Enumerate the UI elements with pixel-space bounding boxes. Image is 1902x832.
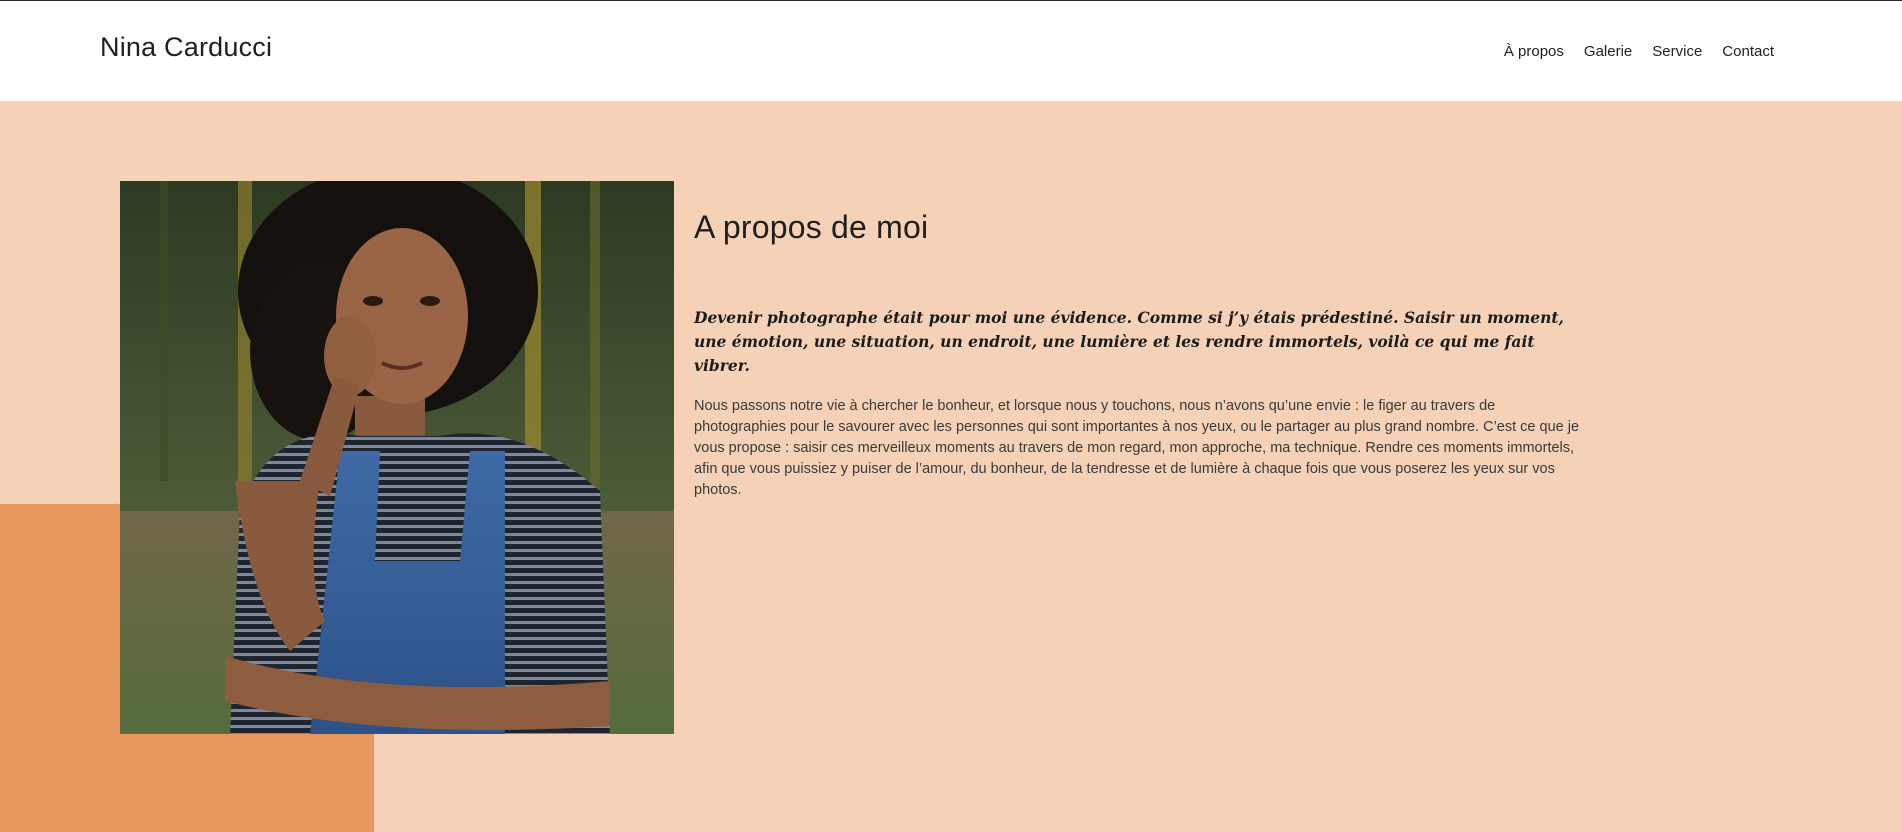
nav-item-contact[interactable]: Contact — [1722, 43, 1774, 60]
about-section: A propos de moi Devenir photographe étai… — [0, 101, 1902, 832]
site-header: Nina Carducci À propos Galerie Service C… — [0, 2, 1902, 101]
about-title: A propos de moi — [694, 209, 929, 245]
nav-item-a-propos[interactable]: À propos — [1504, 43, 1564, 60]
about-content: A propos de moi Devenir photographe étai… — [694, 209, 1584, 501]
main-nav: À propos Galerie Service Contact — [1504, 43, 1774, 60]
about-lead-text: Devenir photographe était pour moi une é… — [694, 308, 1564, 375]
site-logo[interactable]: Nina Carducci — [100, 32, 272, 63]
nav-item-service[interactable]: Service — [1652, 43, 1702, 60]
about-body-text: Nous passons notre vie à chercher le bon… — [694, 398, 1580, 498]
portrait-photo — [120, 181, 674, 734]
nav-item-galerie[interactable]: Galerie — [1584, 43, 1632, 60]
